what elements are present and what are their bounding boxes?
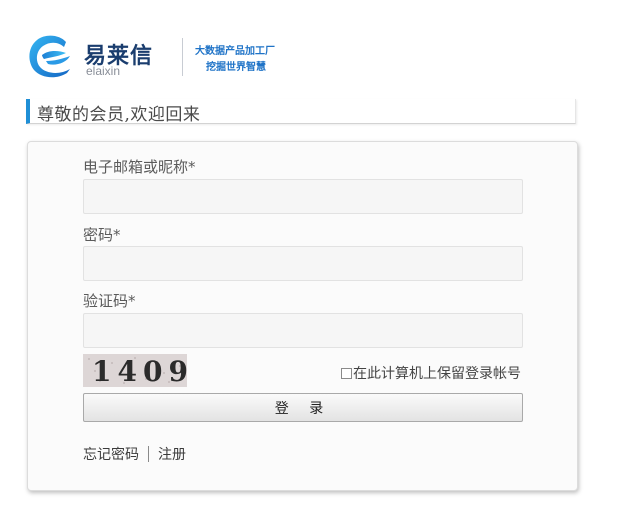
password-label: 密码* (83, 226, 121, 244)
captcha-field[interactable] (83, 313, 523, 348)
slogan-line-1: 大数据产品加工厂 (195, 46, 275, 57)
captcha-label: 验证码* (83, 292, 136, 310)
remember-me[interactable]: 在此计算机上保留登录帐号 (341, 363, 521, 383)
remember-checkbox[interactable] (341, 367, 352, 379)
login-card: 电子邮箱或昵称* 密码* 验证码* 1409 在此计算机上保留登录帐号 登 录 … (27, 141, 578, 491)
forgot-password-link[interactable]: 忘记密码 (83, 444, 139, 464)
password-field[interactable] (83, 246, 523, 281)
slogan-line-2: 挖掘世界智慧 (206, 62, 266, 73)
email-label: 电子邮箱或昵称* (83, 158, 196, 176)
email-field[interactable] (83, 179, 523, 214)
captcha-image[interactable]: 1409 (83, 354, 187, 387)
register-link[interactable]: 注册 (158, 444, 186, 464)
brand-logo: 易莱信 elaixin 大数据产品加工厂 挖掘世界智慧 (26, 33, 286, 83)
page-title: 尊敬的会员,欢迎回来 (37, 105, 201, 125)
remember-label: 在此计算机上保留登录帐号 (353, 366, 521, 382)
link-separator (148, 446, 149, 462)
brand-name-en: elaixin (86, 64, 121, 78)
auth-links: 忘记密码 注册 (83, 444, 186, 464)
captcha-code: 1409 (92, 355, 187, 387)
login-button[interactable]: 登 录 (83, 393, 523, 422)
logo-divider (182, 38, 183, 76)
welcome-banner: 尊敬的会员,欢迎回来 (26, 99, 576, 125)
elaixin-logo-icon (29, 35, 70, 78)
brand-slogan: 大数据产品加工厂 挖掘世界智慧 (195, 44, 275, 76)
